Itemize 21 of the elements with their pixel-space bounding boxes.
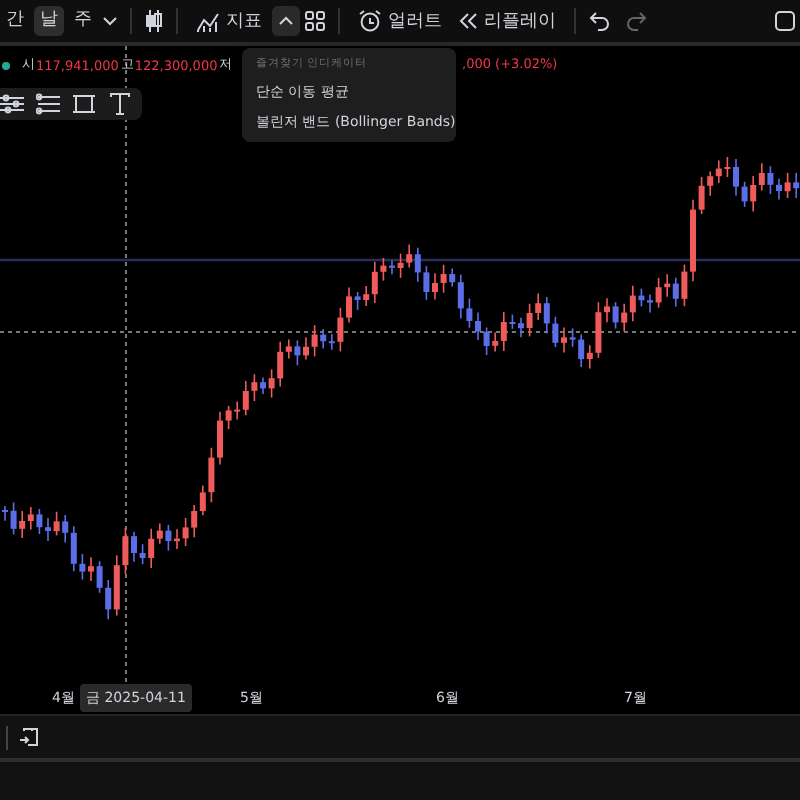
interval-tab[interactable]: 간 <box>0 6 30 36</box>
chart-icon <box>196 10 220 32</box>
date-range-icon[interactable] <box>18 726 40 748</box>
replay-button[interactable]: 리플레이 <box>452 4 562 38</box>
text-tool-icon[interactable] <box>108 92 132 116</box>
rectangle-icon[interactable] <box>72 92 96 116</box>
favorites-toggle[interactable] <box>272 6 300 36</box>
candlestick-icon[interactable] <box>144 10 164 32</box>
alert-button[interactable]: 얼러트 <box>352 4 448 38</box>
rewind-icon <box>458 10 478 32</box>
fullscreen-icon[interactable] <box>774 10 796 32</box>
parallel-lines-icon[interactable] <box>36 92 60 116</box>
alarm-clock-icon <box>358 10 382 32</box>
trend-lines-icon[interactable] <box>0 92 24 116</box>
undo-icon[interactable] <box>588 10 610 32</box>
indicators-button[interactable]: 지표 <box>190 4 268 38</box>
status-dot <box>2 61 10 69</box>
layout-grid-icon[interactable] <box>304 10 326 32</box>
interval-tab[interactable]: 주 <box>68 6 98 36</box>
interval-tab[interactable]: 날 <box>34 6 64 36</box>
redo-icon[interactable] <box>626 10 648 32</box>
